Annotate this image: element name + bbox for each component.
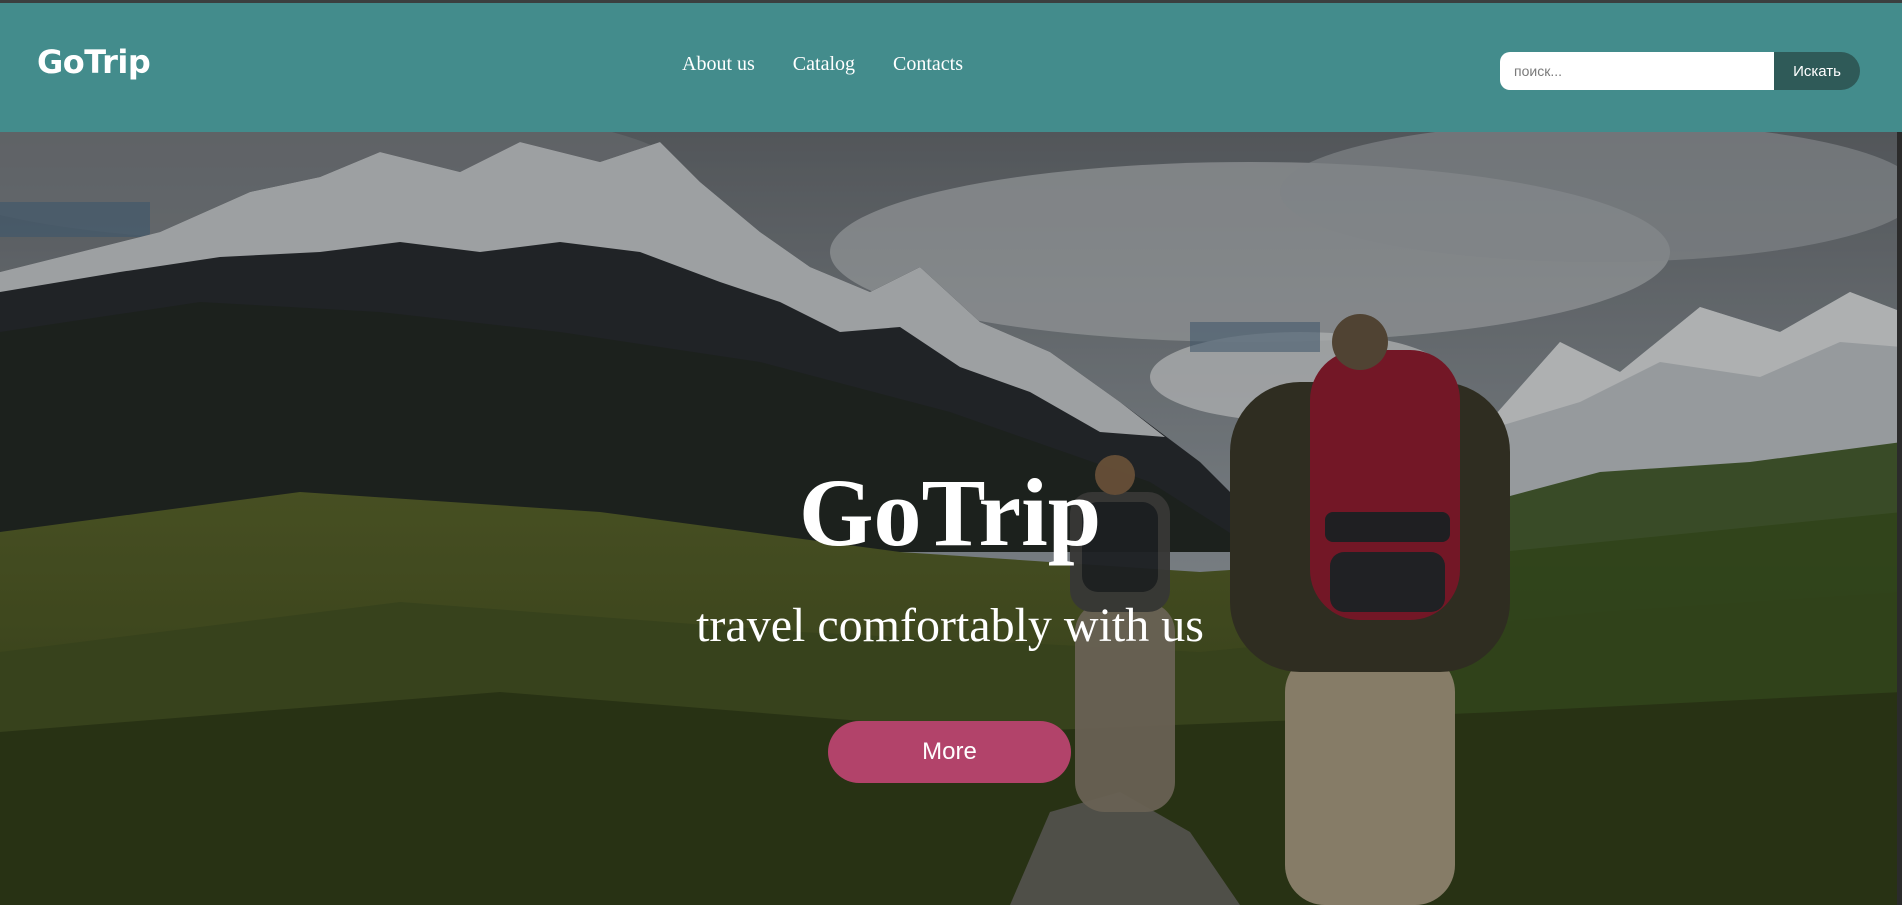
more-button[interactable]: More — [828, 721, 1071, 783]
search-input[interactable] — [1500, 52, 1774, 90]
nav-link-about[interactable]: About us — [682, 53, 755, 76]
scrollbar-track[interactable] — [1897, 132, 1902, 905]
search-form: Искать — [1500, 52, 1860, 90]
hero-subtitle: travel comfortably with us — [696, 599, 1204, 652]
site-header: GoTrip About us Catalog Contacts Искать — [0, 3, 1902, 132]
nav-link-contacts[interactable]: Contacts — [893, 53, 963, 76]
hero-title: GoTrip — [798, 459, 1102, 566]
site-logo[interactable]: GoTrip — [37, 43, 151, 81]
hero-section: GoTrip travel comfortably with us More — [0, 132, 1902, 905]
search-button[interactable]: Искать — [1774, 52, 1860, 90]
nav-link-catalog[interactable]: Catalog — [793, 53, 855, 76]
main-nav: About us Catalog Contacts — [682, 53, 963, 76]
